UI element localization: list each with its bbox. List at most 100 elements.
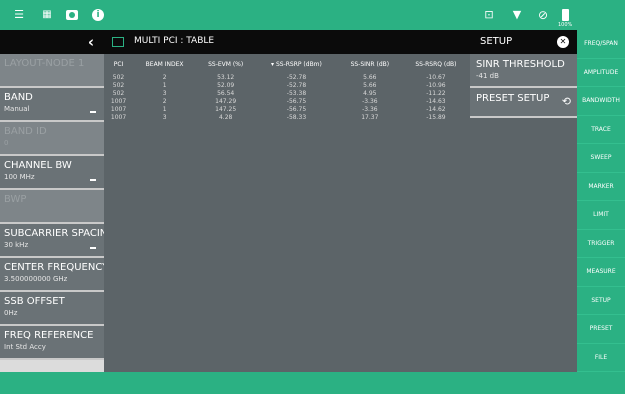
left-item-freq-reference[interactable]: FREQ REFERENCE Int Std Accy — [0, 326, 104, 360]
nav-item-freq-span[interactable]: FREQ/SPAN — [577, 30, 625, 59]
left-item-value: 0Hz — [4, 309, 18, 317]
left-item-title: SUBCARRIER SPACING — [4, 228, 104, 239]
dropdown-icon — [90, 179, 96, 181]
table-row[interactable]: 502 1 52.09 -52.78 5.66 -10.96 — [104, 82, 470, 90]
nav-item-setup[interactable]: SETUP — [577, 287, 625, 315]
left-item-center-frequency[interactable]: CENTER FREQUENCY 3.500000000 GHz — [0, 258, 104, 292]
grid-icon[interactable]: ▦ — [40, 8, 54, 22]
cell-beam-index: 2 — [162, 98, 167, 105]
left-item-title: CHANNEL BW — [4, 160, 72, 171]
cell-ss-rsrq: -10.67 — [426, 74, 446, 81]
cell-pci: 1007 — [110, 98, 127, 105]
multi-pci-table-area: PCI BEAM INDEX SS-EVM (%) ▾ SS-RSRP (dBm… — [104, 54, 470, 372]
cell-ss-sinr: 5.66 — [363, 74, 377, 81]
column-header-ss-rsrp[interactable]: ▾ SS-RSRP (dBm) — [255, 54, 338, 74]
setup-item-preset-setup[interactable]: PRESET SETUP ⟲ — [470, 88, 577, 118]
cell-ss-sinr: -3.36 — [362, 98, 378, 105]
nav-item-file[interactable]: FILE — [577, 344, 625, 372]
cell-ss-rsrp: -56.75 — [286, 106, 307, 113]
left-item-value: 3.500000000 GHz — [4, 275, 68, 283]
cell-ss-evm: 56.54 — [217, 90, 235, 97]
table-row[interactable]: 502 3 56.54 -53.38 4.95 -11.22 — [104, 90, 470, 98]
table-row[interactable]: 1007 3 4.28 -58.33 17.37 -15.89 — [104, 114, 470, 122]
left-item-title: CENTER FREQUENCY — [4, 262, 104, 273]
setup-panel: SETUP ✕ SINR THRESHOLD -41 dB PRESET SET… — [470, 30, 577, 372]
cell-ss-sinr: 4.95 — [363, 90, 377, 97]
table-header-row: PCI BEAM INDEX SS-EVM (%) ▾ SS-RSRP (dBm… — [104, 54, 470, 74]
cell-ss-evm: 53.12 — [217, 74, 235, 81]
nav-item-limit[interactable]: LIMIT — [577, 201, 625, 230]
left-item-ssb-offset[interactable]: SSB OFFSET 0Hz — [0, 292, 104, 326]
back-chevron-icon[interactable]: ‹ — [88, 33, 94, 51]
setup-item-title: SINR THRESHOLD — [476, 59, 565, 70]
multi-pci-table: PCI BEAM INDEX SS-EVM (%) ▾ SS-RSRP (dBm… — [104, 54, 470, 122]
cell-pci: 1007 — [110, 106, 127, 113]
cell-ss-sinr: -3.36 — [362, 106, 378, 113]
column-header-ss-evm[interactable]: SS-EVM (%) — [196, 54, 255, 74]
nav-item-preset[interactable]: PRESET — [577, 315, 625, 344]
left-item-title: BAND — [4, 92, 33, 103]
table-title: MULTI PCI : TABLE — [134, 36, 215, 46]
column-header-pci[interactable]: PCI — [104, 54, 133, 74]
cell-pci: 1007 — [110, 114, 127, 121]
nav-item-measure[interactable]: MEASURE — [577, 258, 625, 287]
info-icon[interactable]: i — [92, 9, 104, 21]
left-item-title: FREQ REFERENCE — [4, 330, 94, 341]
table-view-icon[interactable] — [112, 37, 124, 47]
left-item-value: 100 MHz — [4, 173, 35, 181]
left-item-bwp: BWP — [0, 190, 104, 224]
cell-ss-sinr: 5.66 — [363, 82, 377, 89]
wifi-icon: ▼ — [512, 8, 522, 21]
table-header-bar: MULTI PCI : TABLE — [104, 30, 470, 54]
cell-beam-index: 3 — [162, 90, 167, 97]
setup-item-sinr-threshold[interactable]: SINR THRESHOLD -41 dB — [470, 54, 577, 88]
cell-ss-evm: 147.29 — [215, 98, 237, 105]
cell-pci: 502 — [112, 82, 125, 89]
cell-beam-index: 1 — [162, 82, 167, 89]
cell-beam-index: 3 — [162, 114, 167, 121]
nav-item-amplitude[interactable]: AMPLITUDE — [577, 59, 625, 87]
cell-ss-rsrq: -11.22 — [426, 90, 446, 97]
cell-pci: 502 — [112, 90, 125, 97]
cell-ss-rsrp: -58.33 — [286, 114, 307, 121]
bottom-status-bar — [0, 372, 625, 394]
nav-item-marker[interactable]: MARKER — [577, 173, 625, 201]
cell-pci: 502 — [112, 74, 125, 81]
left-item-band-id: BAND ID 0 — [0, 122, 104, 156]
setup-item-title: PRESET SETUP — [476, 93, 550, 104]
column-header-ss-sinr[interactable]: SS-SINR (dB) — [338, 54, 402, 74]
left-item-title: BWP — [4, 194, 27, 205]
left-panel-header: ‹ — [0, 30, 104, 54]
nav-item-sweep[interactable]: SWEEP — [577, 144, 625, 173]
left-item-band[interactable]: BAND Manual — [0, 88, 104, 122]
cell-ss-rsrq: -10.96 — [426, 82, 446, 89]
nav-item-bandwidth[interactable]: BANDWIDTH — [577, 87, 625, 116]
menu-icon[interactable]: ☰ — [12, 8, 26, 22]
table-row[interactable]: 1007 2 147.29 -56.75 -3.36 -14.63 — [104, 98, 470, 106]
column-header-beam-index[interactable]: BEAM INDEX — [133, 54, 196, 74]
no-signal-icon: ⊘ — [537, 8, 549, 22]
camera-icon[interactable] — [66, 10, 78, 20]
cell-ss-evm: 147.25 — [215, 106, 237, 113]
left-item-subcarrier-spacing[interactable]: SUBCARRIER SPACING 30 kHz — [0, 224, 104, 258]
cell-ss-rsrp: -56.75 — [286, 98, 307, 105]
left-item-value: 30 kHz — [4, 241, 29, 249]
battery-label: 100% — [558, 22, 573, 28]
nav-item-trace[interactable]: TRACE — [577, 116, 625, 144]
cell-ss-rsrq: -14.63 — [426, 98, 446, 105]
left-item-channel-bw[interactable]: CHANNEL BW 100 MHz — [0, 156, 104, 190]
close-icon[interactable]: ✕ — [557, 36, 569, 48]
left-item-title: LAYOUT-NODE 1 — [4, 58, 85, 69]
cell-ss-rsrq: -14.62 — [426, 106, 446, 113]
table-row[interactable]: 502 2 53.12 -52.78 5.66 -10.67 — [104, 74, 470, 82]
cell-ss-rsrp: -53.38 — [286, 90, 307, 97]
left-item-title: SSB OFFSET — [4, 296, 65, 307]
left-item-layout-node: LAYOUT-NODE 1 — [0, 54, 104, 88]
nav-item-trigger[interactable]: TRIGGER — [577, 230, 625, 258]
table-row[interactable]: 1007 1 147.25 -56.75 -3.36 -14.62 — [104, 106, 470, 114]
column-header-ss-rsrq[interactable]: SS-RSRQ (dB) — [402, 54, 470, 74]
screen-icon[interactable]: ⊡ — [482, 8, 496, 22]
left-settings-panel: ‹ LAYOUT-NODE 1 BAND Manual BAND ID 0 CH… — [0, 30, 104, 372]
cell-beam-index: 1 — [162, 106, 167, 113]
setup-item-value: -41 dB — [476, 72, 499, 80]
